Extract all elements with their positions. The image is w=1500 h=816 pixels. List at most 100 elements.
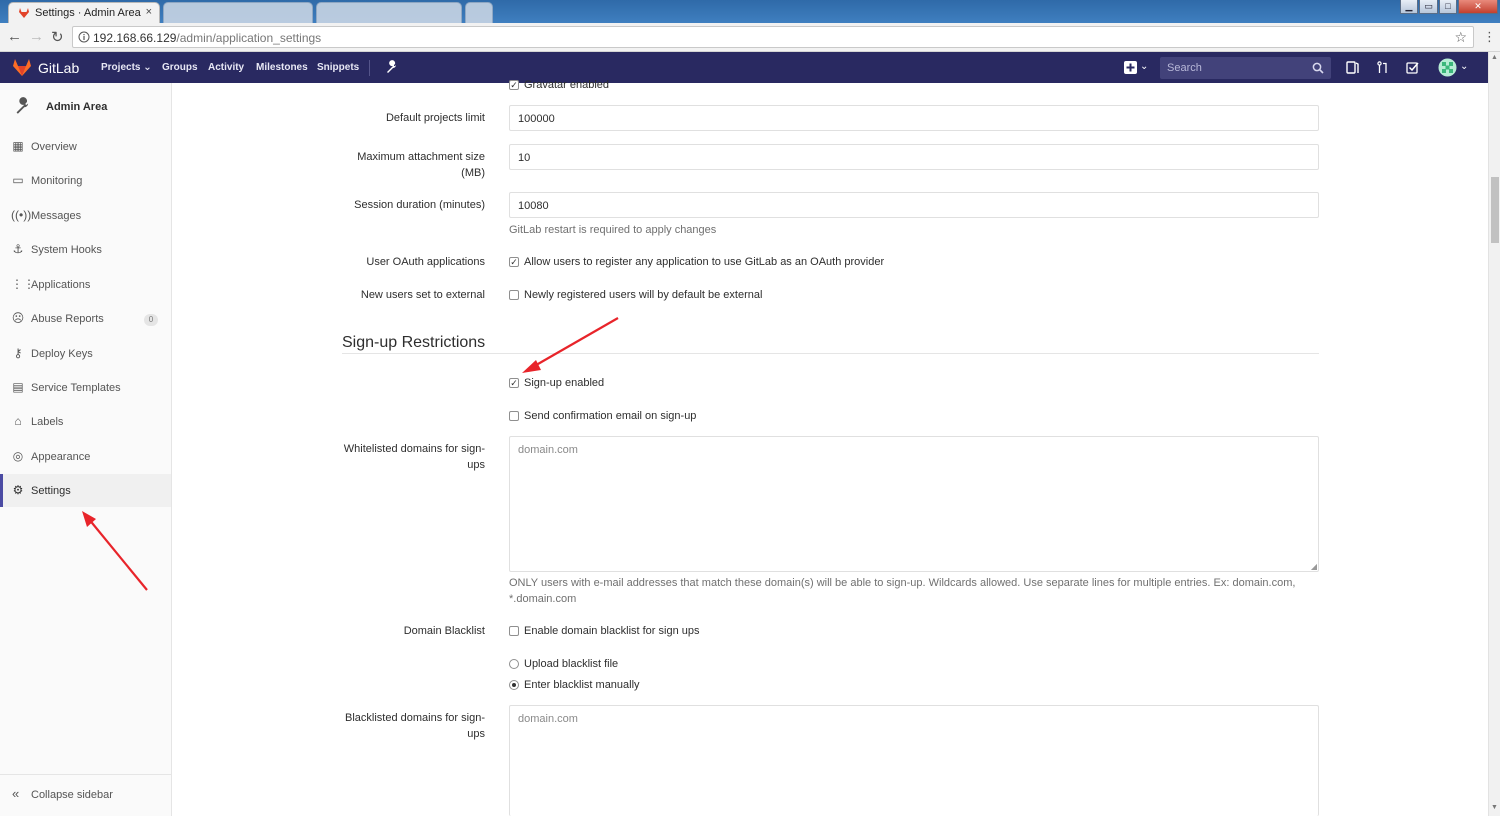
template-icon: ▤: [12, 380, 24, 394]
annotation-arrow-signup: [522, 317, 619, 373]
blacklisted-domains-textarea[interactable]: domain.com: [509, 705, 1319, 816]
bookmark-star-icon[interactable]: ☆: [1454, 29, 1467, 46]
browser-tab-inactive[interactable]: [163, 2, 313, 23]
url-text: 192.168.66.129/admin/application_setting…: [93, 31, 321, 45]
signup-enabled-label[interactable]: Sign-up enabled: [524, 377, 604, 389]
browser-tab-bar: Settings · Admin Area × ▁ ▭ □ ✕: [0, 0, 1500, 23]
collapse-sidebar-button[interactable]: « Collapse sidebar: [0, 783, 171, 809]
max-attachment-size-input[interactable]: 10: [509, 144, 1319, 170]
todos-icon[interactable]: [1406, 61, 1420, 74]
max-attachment-size-value: 10: [518, 152, 531, 164]
browser-tab-inactive[interactable]: [316, 2, 462, 23]
sidebar-item-label: Overview: [31, 141, 77, 153]
domain-blacklist-checkbox-label[interactable]: Enable domain blacklist for sign ups: [524, 625, 699, 637]
new-users-external-label: New users set to external: [360, 289, 485, 301]
new-item-plus-icon[interactable]: [1124, 61, 1137, 74]
enter-blacklist-manually-label[interactable]: Enter blacklist manually: [524, 679, 640, 691]
domain-blacklist-label: Domain Blacklist: [403, 625, 485, 637]
sidebar-item-label: Abuse Reports: [31, 313, 104, 325]
sidebar-header[interactable]: Admin Area: [0, 87, 171, 127]
session-duration-input[interactable]: 10080: [509, 192, 1319, 218]
upload-blacklist-label[interactable]: Upload blacklist file: [524, 658, 618, 670]
gear-icon: ⚙: [12, 483, 24, 497]
whitelisted-domains-label: Whitelisted domains for sign-ups: [343, 443, 485, 471]
user-menu-chevron-icon[interactable]: ⌄: [1460, 61, 1468, 72]
sidebar-item-messages[interactable]: ((•)) Messages: [0, 199, 171, 232]
browser-tab-active[interactable]: Settings · Admin Area ×: [8, 2, 160, 23]
sidebar-item-monitoring[interactable]: ▭ Monitoring: [0, 164, 171, 197]
sidebar-item-service-templates[interactable]: ▤ Service Templates: [0, 371, 171, 404]
sidebar-item-label: Labels: [31, 416, 64, 428]
resize-handle-icon[interactable]: ◢: [1311, 562, 1317, 571]
search-placeholder: Search: [1167, 62, 1202, 74]
whitelisted-domains-textarea[interactable]: domain.com ◢: [509, 436, 1319, 572]
user-oauth-checkbox-label[interactable]: Allow users to register any application …: [524, 256, 884, 268]
scroll-down-arrow-icon[interactable]: ▼: [1491, 804, 1498, 811]
send-confirmation-label[interactable]: Send confirmation email on sign-up: [524, 410, 696, 422]
back-icon[interactable]: ←: [7, 28, 22, 45]
merge-requests-icon[interactable]: [1377, 61, 1389, 74]
sidebar-item-appearance[interactable]: ◎ Appearance: [0, 440, 171, 473]
sidebar-item-overview[interactable]: ▦ Overview: [0, 130, 171, 163]
enter-blacklist-manually-radio[interactable]: [509, 680, 519, 690]
send-confirmation-checkbox[interactable]: [509, 411, 519, 421]
chevron-down-icon: ⌄: [143, 62, 152, 73]
scrollbar-thumb[interactable]: [1491, 177, 1499, 243]
scroll-up-arrow-icon[interactable]: ▲: [1491, 54, 1498, 61]
reload-icon[interactable]: ↻: [51, 28, 64, 46]
default-projects-limit-label: Default projects limit: [385, 112, 485, 124]
broadcast-icon: ((•)): [11, 208, 32, 222]
signup-enabled-checkbox[interactable]: ✓: [509, 378, 519, 388]
sidebar-item-settings[interactable]: ⚙ Settings: [0, 474, 171, 507]
tab-close-icon[interactable]: ×: [146, 6, 152, 18]
gitlab-logo-icon[interactable]: [12, 58, 32, 77]
forward-icon[interactable]: →: [29, 28, 44, 45]
address-bar: ← → ↻ 192.168.66.129/admin/application_s…: [0, 23, 1500, 52]
new-item-chevron-icon[interactable]: ⌄: [1140, 61, 1148, 72]
gravatar-label: Gravatar enabled: [524, 79, 609, 91]
sidebar-item-label: Applications: [31, 279, 91, 291]
nav-activity[interactable]: Activity: [208, 62, 244, 73]
info-icon[interactable]: [78, 31, 90, 43]
url-field[interactable]: 192.168.66.129/admin/application_setting…: [72, 26, 1474, 48]
nav-snippets[interactable]: Snippets: [317, 62, 359, 73]
url-path: /admin/application_settings: [176, 31, 322, 45]
domain-blacklist-checkbox[interactable]: [509, 626, 519, 636]
maximize-window-icon[interactable]: □: [1439, 0, 1457, 14]
sidebar-item-label: Appearance: [31, 451, 91, 463]
upload-blacklist-radio[interactable]: [509, 659, 519, 669]
nav-projects[interactable]: Projects ⌄: [101, 62, 152, 73]
nav-divider: [369, 60, 370, 76]
abuse-icon: ☹: [11, 311, 25, 325]
nav-groups[interactable]: Groups: [162, 62, 198, 73]
session-duration-value: 10080: [518, 200, 549, 212]
nav-milestones[interactable]: Milestones: [256, 62, 308, 73]
sidebar-item-deploy-keys[interactable]: ⚷ Deploy Keys: [0, 337, 171, 370]
search-input[interactable]: Search: [1160, 57, 1331, 79]
new-users-external-checkbox[interactable]: [509, 290, 519, 300]
user-oauth-checkbox[interactable]: ✓: [509, 257, 519, 267]
whitelisted-domains-placeholder: domain.com: [518, 444, 578, 456]
default-projects-limit-input[interactable]: 100000: [509, 105, 1319, 131]
sidebar-item-abuse-reports[interactable]: ☹ Abuse Reports 0: [0, 302, 171, 335]
restore-window-icon[interactable]: ▭: [1419, 0, 1438, 14]
sidebar-item-labels[interactable]: ⌂ Labels: [0, 405, 171, 438]
label-icon: ⌂: [14, 414, 22, 428]
search-icon: [1312, 62, 1324, 74]
sidebar-item-system-hooks[interactable]: ⚓ System Hooks: [0, 233, 171, 266]
browser-menu-icon[interactable]: ⋮: [1483, 29, 1496, 45]
abuse-count-badge: 0: [144, 314, 158, 326]
new-users-external-checkbox-label[interactable]: Newly registered users will by default b…: [524, 289, 762, 301]
sidebar-item-label: Settings: [31, 485, 71, 497]
overview-icon: ▦: [12, 139, 24, 153]
issues-icon[interactable]: [1346, 61, 1359, 74]
minimize-window-icon[interactable]: ▁: [1400, 0, 1418, 14]
gravatar-checkbox[interactable]: ✓: [509, 80, 519, 90]
page-scrollbar[interactable]: ▲ ▼: [1488, 52, 1500, 816]
new-tab-button[interactable]: [465, 2, 493, 23]
gitlab-brand[interactable]: GitLab: [38, 60, 79, 76]
close-window-icon[interactable]: ✕: [1458, 0, 1498, 14]
avatar[interactable]: [1438, 58, 1457, 77]
admin-wrench-icon[interactable]: [385, 60, 399, 74]
sidebar-item-applications[interactable]: ⋮⋮ Applications: [0, 268, 171, 301]
